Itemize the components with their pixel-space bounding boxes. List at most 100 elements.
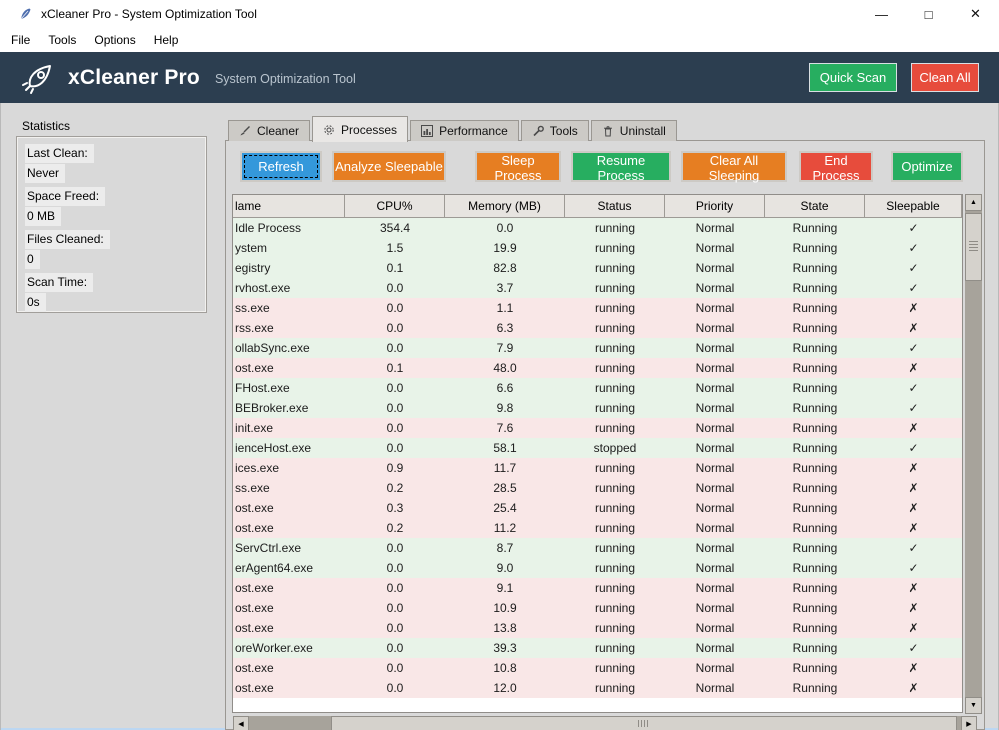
refresh-button[interactable]: Refresh: [240, 151, 322, 182]
vertical-scrollbar-thumb[interactable]: [965, 213, 982, 281]
cell-name: ost.exe: [235, 521, 274, 535]
statistics-title: Statistics: [22, 119, 71, 133]
table-row[interactable]: Idle Process 354.4 0.0 running Normal Running…: [233, 218, 962, 238]
table-row[interactable]: FHost.exe 0.0 6.6 running Normal Running ✓: [233, 378, 962, 398]
cell-state: Running: [792, 501, 838, 515]
table-row[interactable]: ost.exe 0.0 12.0 running Normal Running ✗: [233, 678, 962, 698]
table-row[interactable]: ost.exe 0.3 25.4 running Normal Running ✗: [233, 498, 962, 518]
cell-name: ost.exe: [235, 621, 274, 635]
table-row[interactable]: ollabSync.exe 0.0 7.9 running Normal Running ✓: [233, 338, 962, 358]
titlebar[interactable]: xCleaner Pro - System Optimization Tool …: [0, 0, 999, 28]
tab-processes[interactable]: Processes: [312, 116, 409, 142]
horizontal-scrollbar[interactable]: ◀ ▶: [233, 716, 977, 730]
cell-status: running: [594, 461, 636, 475]
table-row[interactable]: rss.exe 0.0 6.3 running Normal Running ✗: [233, 318, 962, 338]
cell-state: Running: [792, 621, 838, 635]
table-row[interactable]: ost.exe 0.0 9.1 running Normal Running ✗: [233, 578, 962, 598]
cell-sleepable: ✗: [908, 501, 919, 515]
table-row[interactable]: ystem 1.5 19.9 running Normal Running ✓: [233, 238, 962, 258]
analyze-sleepable-button[interactable]: Analyze Sleepable: [332, 151, 446, 182]
table-row[interactable]: ienceHost.exe 0.0 58.1 stopped Normal Running…: [233, 438, 962, 458]
wrench-icon: [532, 125, 544, 137]
clean-all-button[interactable]: Clean All: [911, 63, 979, 92]
table-row[interactable]: ServCtrl.exe 0.0 8.7 running Normal Running ✓: [233, 538, 962, 558]
end-process-button[interactable]: End Process: [799, 151, 873, 183]
tab-performance[interactable]: Performance: [410, 120, 519, 141]
table-row[interactable]: erAgent64.exe 0.0 9.0 running Normal Running ✓: [233, 558, 962, 578]
cell-memory: 9.0: [496, 561, 514, 575]
column-header-0[interactable]: lame: [233, 195, 345, 218]
menubar: File Tools Options Help: [0, 28, 999, 52]
table-row[interactable]: ices.exe 0.9 11.7 running Normal Running ✗: [233, 458, 962, 478]
cell-state: Running: [792, 281, 838, 295]
scroll-right-icon[interactable]: ▶: [961, 716, 977, 730]
tab-bar: Cleaner Processes Performance Tools Unin…: [228, 115, 679, 142]
cell-sleepable: ✗: [908, 621, 919, 635]
cell-name: ost.exe: [235, 681, 274, 695]
scroll-left-icon[interactable]: ◀: [233, 716, 249, 730]
cell-priority: Normal: [695, 521, 735, 535]
stat-value: Never: [25, 164, 66, 183]
cell-priority: Normal: [695, 641, 735, 655]
resume-process-button[interactable]: Resume Process: [571, 151, 671, 183]
cell-cpu: 0.0: [386, 581, 404, 595]
quick-scan-button[interactable]: Quick Scan: [809, 63, 897, 92]
maximize-button[interactable]: □: [905, 0, 952, 28]
menu-file[interactable]: File: [2, 33, 39, 47]
app-title: xCleaner Pro: [68, 65, 200, 89]
cell-sleepable: ✗: [908, 601, 919, 615]
horizontal-scrollbar-thumb[interactable]: [331, 716, 957, 730]
table-row[interactable]: ss.exe 0.2 28.5 running Normal Running ✗: [233, 478, 962, 498]
optimize-button[interactable]: Optimize: [891, 151, 963, 182]
table-row[interactable]: ost.exe 0.0 13.8 running Normal Running ✗: [233, 618, 962, 638]
column-header-1[interactable]: CPU%: [345, 195, 445, 218]
cell-status: running: [594, 641, 636, 655]
menu-tools[interactable]: Tools: [39, 33, 85, 47]
process-table: lame CPU% Memory (MB) Status Priority State Sl…: [232, 194, 963, 713]
column-header-6[interactable]: Sleepable: [865, 195, 962, 218]
table-row[interactable]: ss.exe 0.0 1.1 running Normal Running ✗: [233, 298, 962, 318]
tab-cleaner[interactable]: Cleaner: [228, 120, 311, 141]
stat-label: Scan Time:: [25, 273, 94, 292]
cell-sleepable: ✓: [908, 561, 919, 575]
vertical-scrollbar[interactable]: ▲ ▼: [965, 194, 982, 714]
table-row[interactable]: ost.exe 0.1 48.0 running Normal Running ✗: [233, 358, 962, 378]
cell-priority: Normal: [695, 681, 735, 695]
menu-options[interactable]: Options: [85, 33, 144, 47]
cell-memory: 7.9: [496, 341, 514, 355]
cell-status: running: [594, 581, 636, 595]
cell-priority: Normal: [695, 421, 735, 435]
scroll-up-icon[interactable]: ▲: [965, 194, 982, 211]
table-row[interactable]: ost.exe 0.0 10.9 running Normal Running ✗: [233, 598, 962, 618]
column-header-5[interactable]: State: [765, 195, 865, 218]
menu-help[interactable]: Help: [145, 33, 188, 47]
app-subtitle: System Optimization Tool: [214, 72, 356, 86]
table-row[interactable]: egistry 0.1 82.8 running Normal Running ✓: [233, 258, 962, 278]
stat-value: 0: [25, 250, 40, 269]
table-row[interactable]: init.exe 0.0 7.6 running Normal Running ✗: [233, 418, 962, 438]
cell-priority: Normal: [695, 561, 735, 575]
close-button[interactable]: ✕: [952, 0, 999, 28]
cell-name: ost.exe: [235, 581, 274, 595]
cell-priority: Normal: [695, 621, 735, 635]
tab-uninstall[interactable]: Uninstall: [590, 120, 677, 141]
cell-name: ices.exe: [235, 461, 280, 475]
tab-tools[interactable]: Tools: [520, 120, 589, 141]
column-header-3[interactable]: Status: [565, 195, 665, 218]
table-row[interactable]: ost.exe 0.0 10.8 running Normal Running ✗: [233, 658, 962, 678]
table-row[interactable]: oreWorker.exe 0.0 39.3 running Normal Running…: [233, 638, 962, 658]
cell-sleepable: ✗: [908, 421, 919, 435]
table-row[interactable]: ost.exe 0.2 11.2 running Normal Running ✗: [233, 518, 962, 538]
clear-all-sleeping-button[interactable]: Clear All Sleeping: [681, 151, 787, 183]
column-header-4[interactable]: Priority: [665, 195, 765, 218]
trash-icon: [602, 125, 614, 137]
scroll-down-icon[interactable]: ▼: [965, 697, 982, 714]
cell-cpu: 354.4: [379, 221, 411, 235]
table-row[interactable]: rvhost.exe 0.0 3.7 running Normal Running ✓: [233, 278, 962, 298]
minimize-button[interactable]: —: [858, 0, 905, 28]
sleep-process-button[interactable]: Sleep Process: [475, 151, 561, 183]
statistics-panel: Last Clean: Never Space Freed: 0 MB File…: [16, 136, 207, 313]
column-header-2[interactable]: Memory (MB): [445, 195, 565, 218]
cell-state: Running: [792, 481, 838, 495]
table-row[interactable]: BEBroker.exe 0.0 9.8 running Normal Running ✓: [233, 398, 962, 418]
